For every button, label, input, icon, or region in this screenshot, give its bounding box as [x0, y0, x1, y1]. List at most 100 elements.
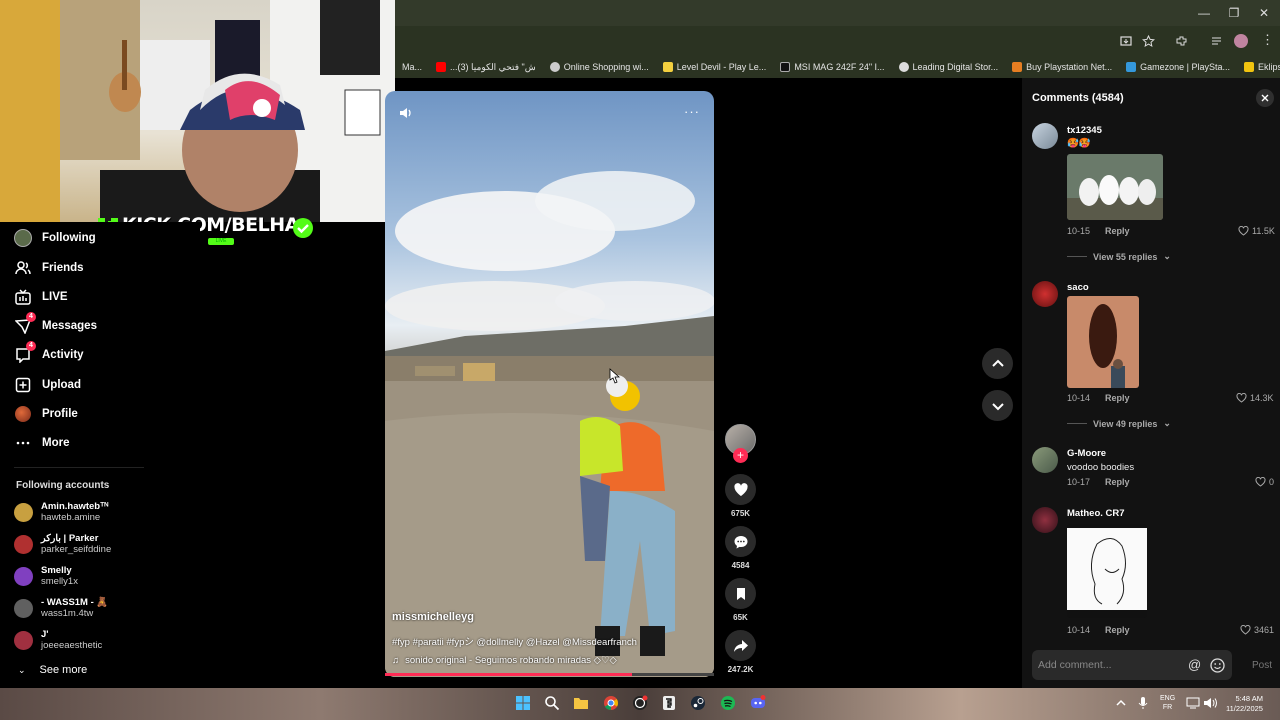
- epic-games-icon[interactable]: [661, 695, 677, 711]
- following-account[interactable]: Amin.hawtebᵀᴺ hawteb.amine: [14, 501, 108, 523]
- comment-like-button[interactable]: 11.5K: [1238, 226, 1275, 236]
- comment-username[interactable]: Matheo. CR7: [1067, 508, 1125, 519]
- chrome-icon[interactable]: [603, 695, 619, 711]
- comment-username[interactable]: tx12345: [1067, 125, 1102, 136]
- restore-button[interactable]: ❐: [1227, 6, 1241, 20]
- creator-avatar-button[interactable]: +: [725, 424, 756, 463]
- like-button[interactable]: 675K: [725, 474, 756, 518]
- avatar[interactable]: [1032, 507, 1058, 533]
- next-video-button[interactable]: [982, 390, 1013, 421]
- video-player[interactable]: ···: [385, 91, 714, 677]
- comment-like-button[interactable]: 3461: [1240, 625, 1274, 635]
- previous-video-button[interactable]: [982, 348, 1013, 379]
- emoji-icon[interactable]: [1210, 658, 1225, 673]
- bookmark-item[interactable]: Leading Digital Stor...: [892, 62, 1006, 72]
- share-button[interactable]: 247.2K: [725, 630, 756, 674]
- bookmark-item[interactable]: Gamezone | PlaySta...: [1119, 62, 1237, 72]
- comment-button[interactable]: 4584: [725, 526, 756, 570]
- bookmark-item[interactable]: Level Devil - Play Le...: [656, 62, 774, 72]
- volume-icon[interactable]: [398, 105, 414, 121]
- reply-button[interactable]: Reply: [1105, 393, 1130, 403]
- steam-icon[interactable]: [690, 695, 706, 711]
- sidebar-item-messages[interactable]: 4 Messages: [14, 312, 97, 335]
- account-name: - WASS1M - 🧸: [41, 597, 109, 608]
- sidebar-item-live[interactable]: LIVE: [14, 288, 68, 306]
- obs-icon[interactable]: [632, 695, 648, 711]
- profile-avatar-icon[interactable]: [1234, 34, 1248, 48]
- video-music[interactable]: ♫ sonido original - Seguimos robando mir…: [392, 655, 617, 666]
- tray-chevron-up-icon[interactable]: [1113, 695, 1129, 711]
- file-explorer-icon[interactable]: [573, 695, 589, 711]
- browser-menu-icon[interactable]: ⋮: [1261, 32, 1274, 48]
- reply-button[interactable]: Reply: [1105, 226, 1130, 236]
- follow-plus-icon[interactable]: +: [733, 448, 748, 463]
- network-icon[interactable]: [1185, 695, 1201, 711]
- see-more-button[interactable]: ⌄ See more: [18, 664, 87, 676]
- sidebar-item-more[interactable]: More: [14, 434, 69, 452]
- sidebar-item-friends[interactable]: Friends: [14, 259, 84, 277]
- discord-icon[interactable]: [750, 695, 766, 711]
- bookmark-item[interactable]: Eklipse - Convert Tw...: [1237, 62, 1280, 72]
- bookmark-item[interactable]: Online Shopping wi...: [543, 62, 656, 72]
- minimize-button[interactable]: —: [1197, 6, 1211, 20]
- close-comments-button[interactable]: [1256, 89, 1274, 107]
- windows-start-icon[interactable]: [515, 695, 531, 711]
- avatar[interactable]: [1032, 447, 1058, 473]
- more-icon: [14, 434, 32, 452]
- sidebar-item-upload[interactable]: Upload: [14, 376, 81, 394]
- mention-icon[interactable]: @: [1188, 657, 1201, 672]
- bookmark-item[interactable]: MSI MAG 242F 24" I...: [773, 62, 891, 72]
- speaker-icon[interactable]: [1202, 695, 1218, 711]
- following-account[interactable]: باركر | Parker parker_seifddine: [14, 533, 111, 555]
- view-replies-button[interactable]: View 49 replies ⌄: [1067, 418, 1171, 429]
- live-icon: [14, 288, 32, 306]
- install-app-icon[interactable]: [1120, 35, 1133, 48]
- following-account[interactable]: Smelly smelly1x: [14, 565, 78, 587]
- comment-input[interactable]: [1038, 657, 1178, 673]
- comment-image[interactable]: [1067, 296, 1139, 388]
- post-button[interactable]: Post: [1252, 660, 1272, 671]
- comment-text: voodoo boodies: [1067, 462, 1135, 473]
- search-icon[interactable]: [544, 695, 560, 711]
- avatar[interactable]: [1032, 123, 1058, 149]
- media-controls-icon[interactable]: [1210, 35, 1223, 48]
- view-replies-button[interactable]: View 55 replies ⌄: [1067, 251, 1171, 262]
- comment-username[interactable]: saco: [1067, 282, 1089, 293]
- reply-button[interactable]: Reply: [1105, 625, 1130, 635]
- save-button[interactable]: 65K: [725, 578, 756, 622]
- share-icon: [733, 639, 748, 652]
- comment-image[interactable]: [1067, 154, 1163, 220]
- bookmark-star-icon[interactable]: [1142, 35, 1155, 48]
- bookmark-icon: [736, 587, 745, 600]
- avatar[interactable]: [1032, 281, 1058, 307]
- comment-like-button[interactable]: 14.3K: [1236, 393, 1274, 403]
- bookmark-item[interactable]: Ma...: [395, 62, 429, 72]
- notification-badge: 4: [26, 341, 36, 351]
- language-indicator[interactable]: ENG FR: [1160, 694, 1175, 712]
- bookmark-item[interactable]: ...ش" فتحي الكوميا (3): [429, 62, 543, 73]
- spotify-icon[interactable]: [720, 695, 736, 711]
- comment-text: 🥵🥵: [1067, 138, 1091, 149]
- upload-icon: [14, 376, 32, 394]
- friends-icon: [14, 259, 32, 277]
- microphone-icon[interactable]: [1135, 695, 1151, 711]
- divider: [1067, 256, 1087, 257]
- comment-like-button[interactable]: 0: [1255, 477, 1274, 487]
- comment-image[interactable]: [1067, 524, 1147, 618]
- close-window-button[interactable]: ✕: [1257, 6, 1271, 20]
- taskbar-clock[interactable]: 5:48 AM 11/22/2025: [1226, 694, 1263, 714]
- reply-button[interactable]: Reply: [1105, 477, 1130, 487]
- sidebar-item-profile[interactable]: Profile: [14, 405, 78, 423]
- following-account[interactable]: J' joeeeaesthetic: [14, 629, 102, 651]
- video-progress-bar[interactable]: [385, 673, 714, 676]
- browser-toolbar: ⋮: [395, 26, 1280, 56]
- video-more-icon[interactable]: ···: [684, 104, 700, 119]
- bookmark-item[interactable]: Buy Playstation Net...: [1005, 62, 1119, 72]
- sidebar-item-following[interactable]: Following: [14, 229, 96, 247]
- sidebar-item-activity[interactable]: 4 Activity: [14, 341, 84, 364]
- following-account[interactable]: - WASS1M - 🧸 wass1m.4tw: [14, 597, 108, 619]
- comment-username[interactable]: G-Moore: [1067, 448, 1106, 459]
- video-author[interactable]: missmichelleyg: [392, 611, 474, 623]
- extensions-icon[interactable]: [1175, 35, 1188, 48]
- comment-box: @: [1032, 650, 1232, 680]
